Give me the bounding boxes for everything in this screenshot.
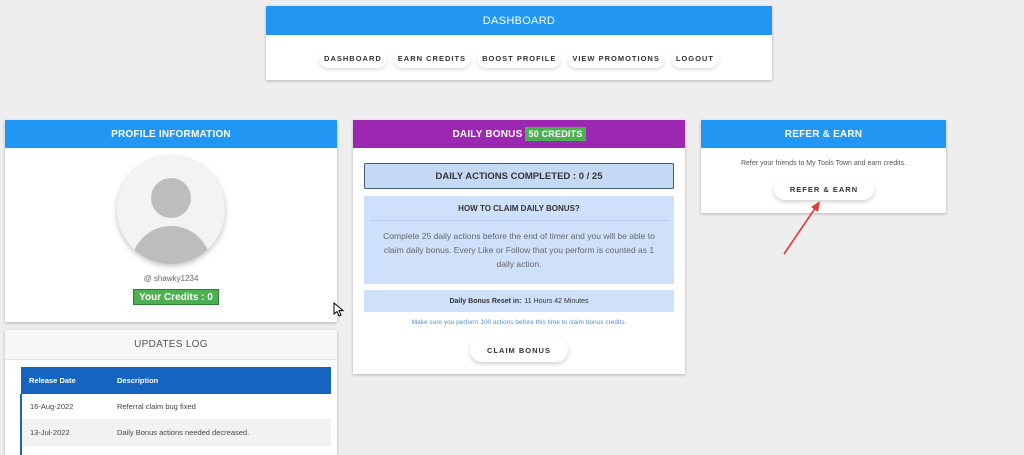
profile-card: PROFILE INFORMATION @ shawky1234 Your Cr…	[5, 120, 337, 322]
nav-logout-button[interactable]: LOGOUT	[670, 49, 719, 68]
bonus-reset-timer: Daily Bonus Reset in: 11 Hours 42 Minute…	[364, 290, 674, 312]
updates-log-title: UPDATES LOG	[5, 330, 337, 360]
table-row: 27-Jun-2022 Settings option added in ear…	[20, 445, 331, 455]
arrow-head	[811, 201, 820, 212]
red-arrow-icon	[783, 201, 820, 255]
daily-bonus-title: DAILY BONUS	[452, 128, 523, 140]
avatar	[117, 156, 225, 264]
table-header-row: Release Date Description	[21, 367, 331, 394]
avatar-body-shape	[131, 226, 211, 264]
updates-log-card: UPDATES LOG Release Date Description 16-…	[5, 330, 337, 455]
release-date-cell: 13-Jul-2022	[20, 419, 109, 446]
reset-label: Daily Bonus Reset in:	[449, 297, 522, 305]
how-to-claim-panel: HOW TO CLAIM DAILY BONUS? Complete 25 da…	[364, 196, 674, 284]
description-cell: Daily Bonus actions needed decreased.	[109, 419, 331, 446]
updates-table: Release Date Description 16-Aug-2022 Ref…	[20, 367, 331, 455]
description-cell: Referral claim bug fixed	[109, 394, 331, 420]
table-row: 13-Jul-2022 Daily Bonus actions needed d…	[20, 419, 331, 446]
refer-description: Refer your friends to My Tools Town and …	[740, 160, 907, 167]
description-header: Description	[109, 367, 331, 394]
nav-earn-credits-button[interactable]: EARN CREDITS	[392, 49, 472, 68]
nav-view-promotions-button[interactable]: VIEW PROMOTIONS	[567, 49, 665, 68]
nav-dashboard-button[interactable]: DASHBOARD	[319, 49, 387, 68]
daily-actions-counter: DAILY ACTIONS COMPLETED : 0 / 25	[364, 163, 674, 189]
mouse-cursor-icon	[333, 302, 345, 317]
nav-button-row: DASHBOARD EARN CREDITS BOOST PROFILE VIE…	[266, 49, 772, 68]
daily-bonus-header: DAILY BONUS 50 CREDITS	[353, 120, 685, 148]
how-to-claim-title: HOW TO CLAIM DAILY BONUS?	[370, 196, 668, 221]
dashboard-nav-card: DASHBOARD DASHBOARD EARN CREDITS BOOST P…	[266, 6, 772, 80]
bonus-note: Make sure you perform 100 actions before…	[411, 319, 627, 326]
description-cell: Settings option added in earn credits	[109, 445, 331, 455]
refer-earn-button[interactable]: REFER & EARN	[774, 178, 874, 200]
table-row: 16-Aug-2022 Referral claim bug fixed	[20, 394, 331, 420]
release-date-cell: 16-Aug-2022	[20, 394, 109, 420]
avatar-head-shape	[151, 178, 191, 218]
refer-earn-title: REFER & EARN	[701, 120, 946, 148]
release-date-cell: 27-Jun-2022	[20, 445, 109, 455]
username: @ shawky1234	[143, 274, 199, 283]
nav-boost-profile-button[interactable]: BOOST PROFILE	[477, 49, 562, 68]
bonus-credits-badge: 50 CREDITS	[525, 127, 586, 141]
release-date-header: Release Date	[21, 367, 109, 394]
credits-badge: Your Credits : 0	[133, 289, 219, 305]
how-to-claim-text: Complete 25 daily actions before the end…	[383, 231, 655, 269]
reset-value: 11 Hours 42 Minutes	[524, 297, 589, 305]
dashboard-title: DASHBOARD	[266, 6, 772, 35]
profile-title: PROFILE INFORMATION	[5, 120, 337, 148]
daily-bonus-card: DAILY BONUS 50 CREDITS DAILY ACTIONS COM…	[353, 120, 685, 374]
claim-bonus-button[interactable]: CLAIM BONUS	[470, 338, 568, 362]
arrow-shaft	[783, 203, 819, 255]
